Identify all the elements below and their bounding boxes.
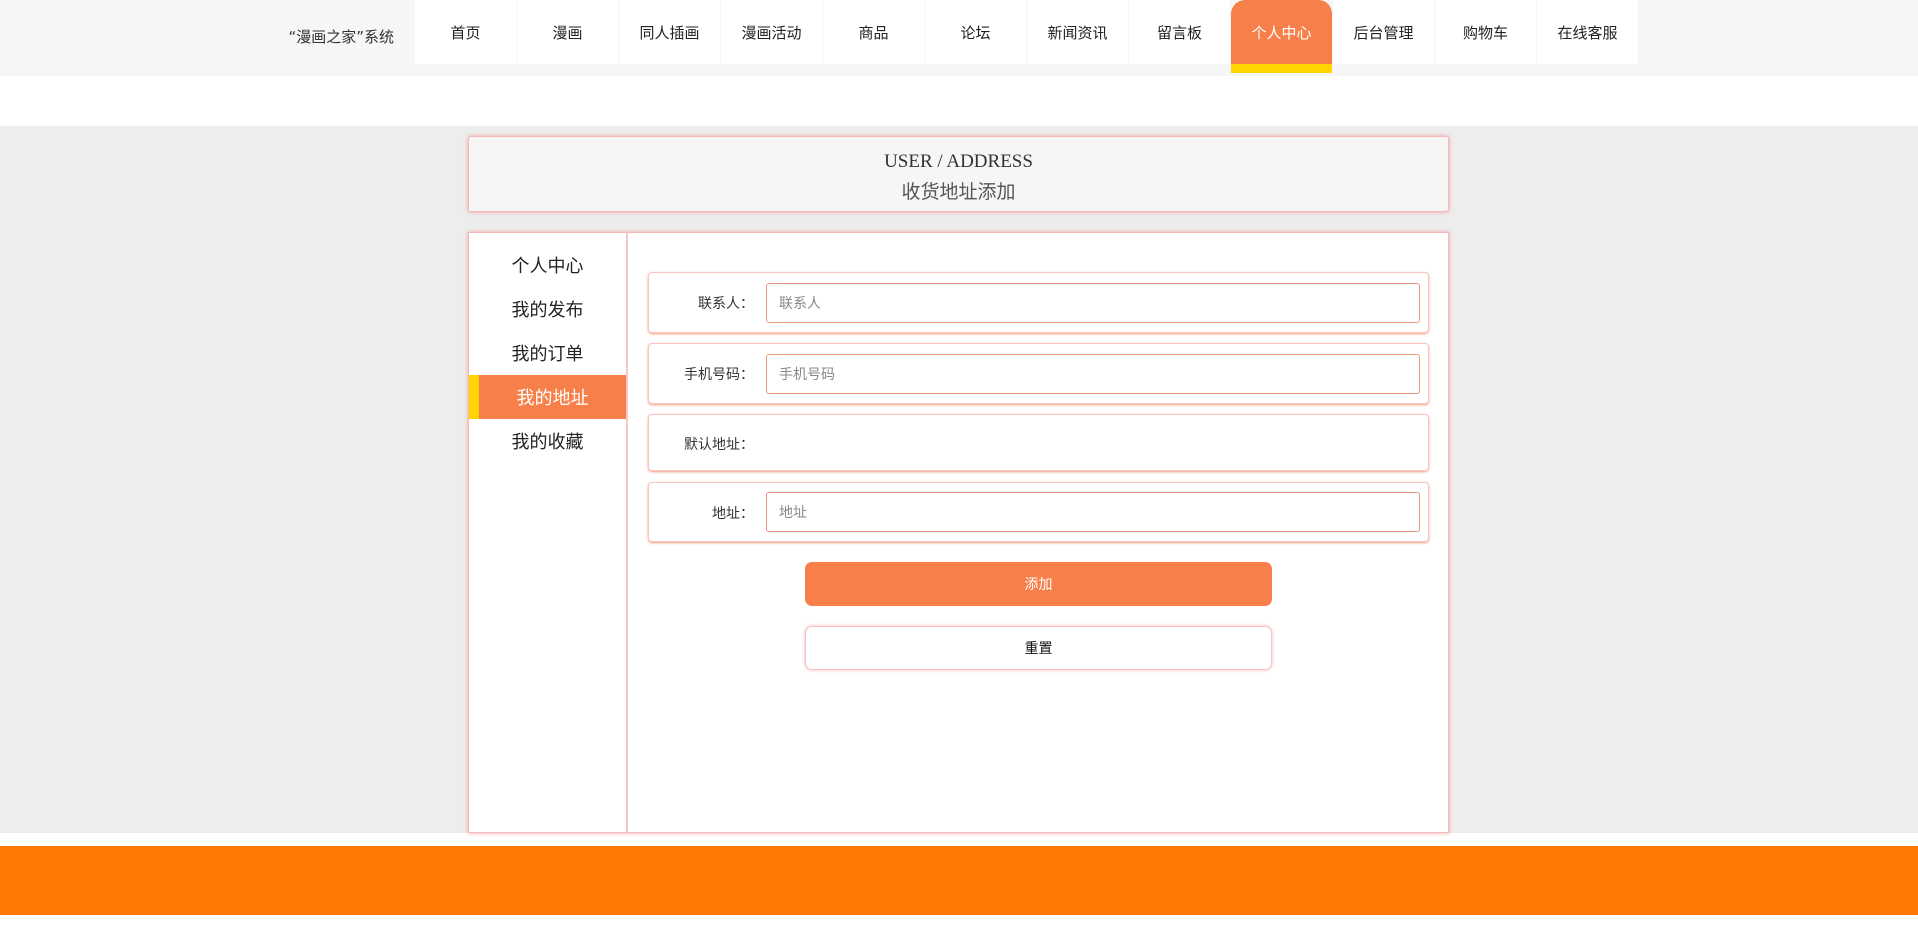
nav-forum[interactable]: 论坛	[925, 0, 1027, 64]
add-button[interactable]: 添加	[805, 562, 1272, 606]
contact-input[interactable]	[766, 283, 1420, 323]
top-navbar: “漫画之家”系统 首页 漫画 同人插画 漫画活动 商品 论坛 新闻资讯 留言板 …	[0, 0, 1918, 76]
sidebar-item-user-center[interactable]: 个人中心	[469, 243, 626, 287]
nav-user-center[interactable]: 个人中心	[1231, 0, 1333, 73]
page-title: 收货地址添加	[901, 181, 1016, 203]
page-title-en: USER / ADDRESS	[884, 151, 1033, 172]
nav-news[interactable]: 新闻资讯	[1027, 0, 1129, 64]
sidebar: 个人中心 我的发布 我的订单 我的地址 我的收藏	[469, 233, 628, 832]
form-row-contact: 联系人：	[648, 272, 1429, 333]
site-brand: “漫画之家”系统	[288, 28, 394, 46]
phone-label: 手机号码：	[684, 367, 754, 383]
page-header: USER / ADDRESS 收货地址添加	[468, 136, 1449, 212]
form-row-address: 地址：	[648, 482, 1429, 542]
form-row-phone: 手机号码：	[648, 343, 1429, 404]
nav-products[interactable]: 商品	[823, 0, 925, 64]
address-input[interactable]	[766, 492, 1420, 532]
nav-message-board[interactable]: 留言板	[1129, 0, 1231, 64]
default-address-label: 默认地址：	[684, 437, 754, 453]
reset-button[interactable]: 重置	[805, 626, 1272, 670]
contact-label: 联系人：	[698, 296, 754, 312]
main-nav: 首页 漫画 同人插画 漫画活动 商品 论坛 新闻资讯 留言板 个人中心 后台管理…	[415, 0, 1639, 73]
nav-fan-art[interactable]: 同人插画	[619, 0, 721, 64]
sidebar-item-my-orders[interactable]: 我的订单	[469, 331, 626, 375]
nav-comic-events[interactable]: 漫画活动	[721, 0, 823, 64]
nav-cart[interactable]: 购物车	[1435, 0, 1537, 64]
address-label: 地址：	[712, 506, 754, 522]
nav-admin[interactable]: 后台管理	[1333, 0, 1435, 64]
footer	[0, 846, 1918, 915]
phone-input[interactable]	[766, 354, 1420, 394]
sidebar-item-my-favorites[interactable]: 我的收藏	[469, 419, 626, 463]
form-row-default-address: 默认地址：	[648, 414, 1429, 471]
nav-comics[interactable]: 漫画	[517, 0, 619, 64]
sidebar-item-my-address[interactable]: 我的地址	[469, 375, 626, 419]
main-panel: 个人中心 我的发布 我的订单 我的地址 我的收藏 联系人： 手机号码： 默认地址…	[468, 232, 1449, 833]
sidebar-item-my-posts[interactable]: 我的发布	[469, 287, 626, 331]
nav-support[interactable]: 在线客服	[1537, 0, 1639, 64]
nav-home[interactable]: 首页	[415, 0, 517, 64]
